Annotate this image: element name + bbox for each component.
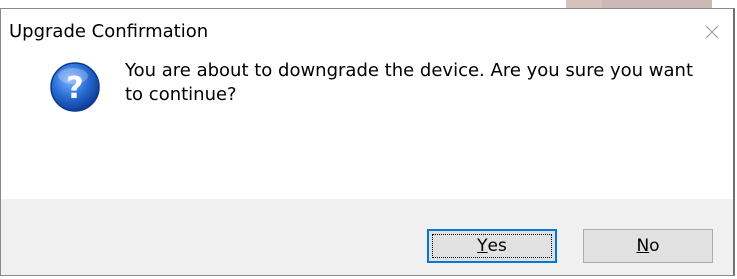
no-button[interactable]: No <box>583 229 713 263</box>
yes-mnemonic: Y <box>477 236 488 256</box>
dialog-footer: Yes No <box>1 199 733 275</box>
close-button[interactable] <box>699 19 725 45</box>
background-window-fragment <box>602 0 712 8</box>
confirmation-dialog: Upgrade Confirmation ? You are about to … <box>0 8 735 276</box>
question-icon: ? <box>49 61 101 113</box>
title-bar[interactable]: Upgrade Confirmation <box>1 9 733 57</box>
dialog-title: Upgrade Confirmation <box>9 21 209 42</box>
dialog-message: You are about to downgrade the device. A… <box>125 60 694 105</box>
close-icon <box>705 25 719 39</box>
no-label-rest: o <box>649 236 660 256</box>
svg-text:?: ? <box>66 71 83 106</box>
yes-label-rest: es <box>487 236 507 256</box>
no-mnemonic: N <box>636 236 650 256</box>
background-window-fragment <box>566 0 602 8</box>
yes-button[interactable]: Yes <box>427 229 557 263</box>
